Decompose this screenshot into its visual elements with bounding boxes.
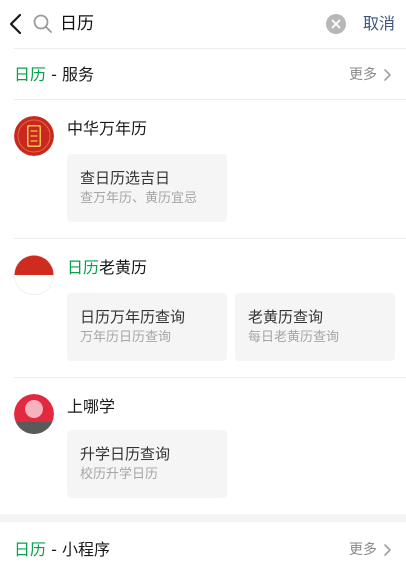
back-arrow-icon[interactable]: [6, 10, 28, 38]
service-card-calendar-lucky-day[interactable]: 查日历选吉日 查万年历、黄历宜忌: [67, 154, 227, 222]
card-subtitle: 每日老黄历查询: [248, 330, 340, 345]
search-input[interactable]: 日历: [60, 12, 94, 36]
card-subtitle: 万年历日历查询: [80, 330, 172, 345]
card-subtitle: 校历升学日历: [80, 467, 159, 482]
section-separator: [0, 514, 406, 522]
avatar: [14, 394, 54, 434]
close-icon: [331, 19, 341, 29]
card-title: 日历万年历查询: [80, 308, 186, 326]
avatar: [14, 116, 54, 156]
service-name: 中华万年历: [67, 119, 148, 138]
more-services-link[interactable]: 更多: [349, 65, 392, 85]
section-title: 日历 - 小程序: [14, 539, 110, 561]
section-header-miniprogram: 日历 - 小程序 更多: [0, 525, 406, 562]
wannianli-logo-icon: [14, 116, 54, 156]
clear-search-button[interactable]: [326, 14, 346, 34]
service-item-zhonghua-wannianli[interactable]: 中华万年历 查日历选吉日 查万年历、黄历宜忌: [0, 100, 406, 238]
laohuangli-logo-icon: [14, 255, 54, 295]
service-name: 日历老黄历: [67, 257, 147, 279]
card-title: 升学日历查询: [80, 445, 171, 463]
service-card-school-calendar[interactable]: 升学日历查询 校历升学日历: [67, 430, 227, 498]
more-miniprograms-link[interactable]: 更多: [349, 540, 392, 560]
section-suffix: - 小程序: [46, 540, 110, 559]
service-card-calendar-query[interactable]: 日历万年历查询 万年历日历查询: [67, 293, 227, 361]
section-suffix: - 服务: [46, 65, 94, 84]
chevron-right-icon: [384, 544, 391, 556]
service-item-shangnaxue[interactable]: 上哪学 升学日历查询 校历升学日历: [0, 378, 406, 516]
service-name-highlight: 日历: [67, 258, 100, 277]
avatar: [14, 255, 54, 295]
service-name-rest: 老黄历: [99, 258, 148, 277]
service-item-rili-laohuangli[interactable]: 日历老黄历 日历万年历查询 万年历日历查询 老黄历查询 每日老黄历查询: [0, 239, 406, 377]
more-label: 更多: [349, 542, 377, 558]
search-bar: 日历 取消: [0, 0, 406, 48]
divider: [14, 48, 406, 49]
section-keyword: 日历: [14, 540, 47, 559]
card-title: 老黄历查询: [248, 308, 324, 326]
chevron-right-icon: [384, 69, 391, 81]
card-title: 查日历选吉日: [80, 169, 171, 187]
search-icon: [33, 14, 52, 33]
section-header-service: 日历 - 服务 更多: [0, 50, 406, 100]
cancel-button[interactable]: 取消: [363, 12, 395, 36]
section-keyword: 日历: [14, 65, 47, 84]
more-label: 更多: [349, 67, 377, 83]
card-subtitle: 查万年历、黄历宜忌: [80, 191, 198, 206]
shangnaxue-logo-icon: [14, 394, 54, 434]
service-name: 上哪学: [67, 397, 116, 416]
section-title: 日历 - 服务: [14, 64, 94, 86]
service-card-laohuangli-query[interactable]: 老黄历查询 每日老黄历查询: [235, 293, 395, 361]
